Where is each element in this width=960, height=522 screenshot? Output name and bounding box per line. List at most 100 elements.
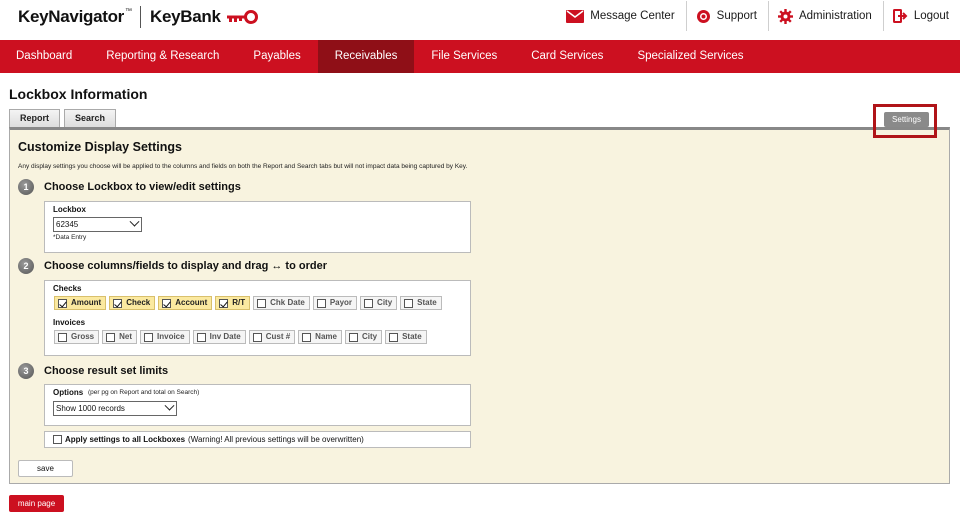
checkbox-unchecked bbox=[316, 298, 326, 308]
chip-city[interactable]: City bbox=[344, 330, 383, 344]
nav-file-services[interactable]: File Services bbox=[414, 40, 514, 73]
nav-dashboard[interactable]: Dashboard bbox=[0, 40, 89, 73]
settings-button[interactable]: Settings bbox=[884, 112, 929, 127]
administration-link[interactable]: Administration bbox=[767, 1, 883, 31]
checkbox-checked bbox=[162, 298, 172, 308]
step-2-number: 2 bbox=[18, 258, 34, 274]
chip-chk-date[interactable]: Chk Date bbox=[253, 296, 310, 310]
lockbox-label: Lockbox bbox=[53, 205, 86, 214]
checkbox-unchecked bbox=[364, 298, 374, 308]
panel-description: Any display settings you choose will be … bbox=[18, 163, 468, 170]
step-2-label: Choose columns/fields to display and dra… bbox=[44, 260, 327, 272]
checkbox-unchecked bbox=[404, 298, 414, 308]
logout-icon bbox=[892, 9, 908, 23]
nav-specialized-services[interactable]: Specialized Services bbox=[620, 40, 760, 73]
nav-reporting-research[interactable]: Reporting & Research bbox=[89, 40, 236, 73]
chip-label: Amount bbox=[71, 298, 102, 307]
options-label: Options bbox=[53, 388, 84, 397]
chip-label: Account bbox=[175, 298, 208, 307]
chip-invoice[interactable]: Invoice bbox=[140, 330, 190, 344]
chip-label: Invoice bbox=[157, 332, 185, 341]
chip-label: Check bbox=[126, 298, 151, 307]
page-title: Lockbox Information bbox=[9, 86, 148, 102]
logout-label: Logout bbox=[913, 10, 949, 22]
main-nav: Dashboard Reporting & Research Payables … bbox=[0, 40, 960, 73]
chip-name[interactable]: Name bbox=[298, 330, 342, 344]
checkbox-unchecked bbox=[348, 332, 358, 342]
step-1-number: 1 bbox=[18, 179, 34, 195]
nav-payables[interactable]: Payables bbox=[236, 40, 317, 73]
chip-city[interactable]: City bbox=[360, 296, 398, 310]
chip-check[interactable]: Check bbox=[109, 296, 156, 310]
apply-all-label: Apply settings to all Lockboxes bbox=[65, 435, 186, 444]
tab-bar: Report Search bbox=[9, 109, 117, 127]
chip-label: Gross bbox=[71, 332, 95, 341]
chevron-down-icon bbox=[129, 216, 140, 227]
brand-logo[interactable]: KeyNavigator ™ KeyBank bbox=[18, 6, 259, 28]
chip-account[interactable]: Account bbox=[158, 296, 213, 310]
chip-net[interactable]: Net bbox=[102, 330, 138, 344]
administration-label: Administration bbox=[798, 10, 872, 22]
apply-all-checkbox[interactable] bbox=[53, 435, 62, 444]
result-limit-value: Show 1000 records bbox=[56, 404, 125, 413]
chevron-down-icon bbox=[164, 400, 175, 411]
chip-label: Chk Date bbox=[270, 298, 305, 307]
checkbox-unchecked bbox=[257, 298, 267, 308]
checks-label: Checks bbox=[53, 284, 82, 293]
chip-state[interactable]: State bbox=[400, 296, 442, 310]
logout-link[interactable]: Logout bbox=[882, 1, 960, 31]
utility-nav: Message Center Support Administration Lo… bbox=[557, 0, 960, 32]
chip-label: R/T bbox=[232, 298, 246, 307]
keynavigator-logo-text: KeyNavigator bbox=[18, 7, 124, 26]
checks-options: Amount Check Account R/T Chk Date Payor … bbox=[54, 296, 442, 310]
chip-cust-number[interactable]: Cust # bbox=[248, 330, 296, 344]
chip-rt[interactable]: R/T bbox=[215, 296, 251, 310]
top-header: KeyNavigator ™ KeyBank Message Center Su… bbox=[0, 0, 960, 40]
tab-search[interactable]: Search bbox=[64, 109, 117, 127]
lockbox-select[interactable]: 62345 bbox=[53, 216, 142, 232]
support-label: Support bbox=[716, 10, 757, 22]
options-note: (per pg on Report and total on Search) bbox=[88, 389, 200, 396]
settings-panel: Customize Display Settings Any display s… bbox=[9, 127, 950, 484]
chip-inv-date[interactable]: Inv Date bbox=[192, 330, 246, 344]
result-limit-select[interactable]: Show 1000 records bbox=[53, 400, 177, 416]
nav-receivables[interactable]: Receivables bbox=[317, 40, 415, 73]
invoices-label: Invoices bbox=[53, 318, 86, 327]
gear-icon bbox=[777, 8, 793, 24]
checkbox-unchecked bbox=[144, 332, 154, 342]
step-1-label: Choose Lockbox to view/edit settings bbox=[44, 181, 241, 193]
options-box: Options (per pg on Report and total on S… bbox=[44, 384, 471, 426]
chip-gross[interactable]: Gross bbox=[54, 330, 100, 344]
chip-payor[interactable]: Payor bbox=[312, 296, 358, 310]
apply-all-warning: (Warning! All previous settings will be … bbox=[188, 435, 364, 444]
checkbox-checked bbox=[113, 298, 123, 308]
checkbox-unchecked bbox=[389, 332, 399, 342]
key-logo-icon bbox=[225, 10, 259, 24]
invoices-options: Gross Net Invoice Inv Date Cust # Name C… bbox=[54, 330, 427, 344]
checkbox-checked bbox=[219, 298, 229, 308]
apply-all-lockboxes[interactable]: Apply settings to all Lockboxes (Warning… bbox=[44, 431, 471, 448]
chip-label: City bbox=[377, 298, 393, 307]
brand-divider bbox=[140, 6, 141, 28]
support-link[interactable]: Support bbox=[685, 1, 768, 31]
tab-report[interactable]: Report bbox=[9, 109, 60, 127]
chip-label: Inv Date bbox=[209, 332, 241, 341]
save-button[interactable]: save bbox=[18, 460, 73, 477]
panel-heading: Customize Display Settings bbox=[18, 140, 182, 154]
chip-label: State bbox=[417, 298, 437, 307]
checkbox-unchecked bbox=[58, 332, 67, 342]
step-2: 2 Choose columns/fields to display and d… bbox=[18, 258, 327, 274]
step-3: 3 Choose result set limits bbox=[18, 363, 168, 379]
chip-amount[interactable]: Amount bbox=[54, 296, 107, 310]
chip-label: State bbox=[402, 332, 422, 341]
message-center-link[interactable]: Message Center bbox=[557, 1, 685, 31]
lockbox-select-value: 62345 bbox=[56, 220, 79, 229]
checkbox-unchecked bbox=[252, 332, 262, 342]
main-page-button[interactable]: main page bbox=[9, 495, 64, 512]
checkbox-unchecked bbox=[196, 332, 206, 342]
chip-label: City bbox=[361, 332, 378, 341]
nav-card-services[interactable]: Card Services bbox=[514, 40, 620, 73]
chip-state[interactable]: State bbox=[385, 330, 427, 344]
message-center-label: Message Center bbox=[590, 10, 675, 22]
step-3-label: Choose result set limits bbox=[44, 365, 169, 377]
